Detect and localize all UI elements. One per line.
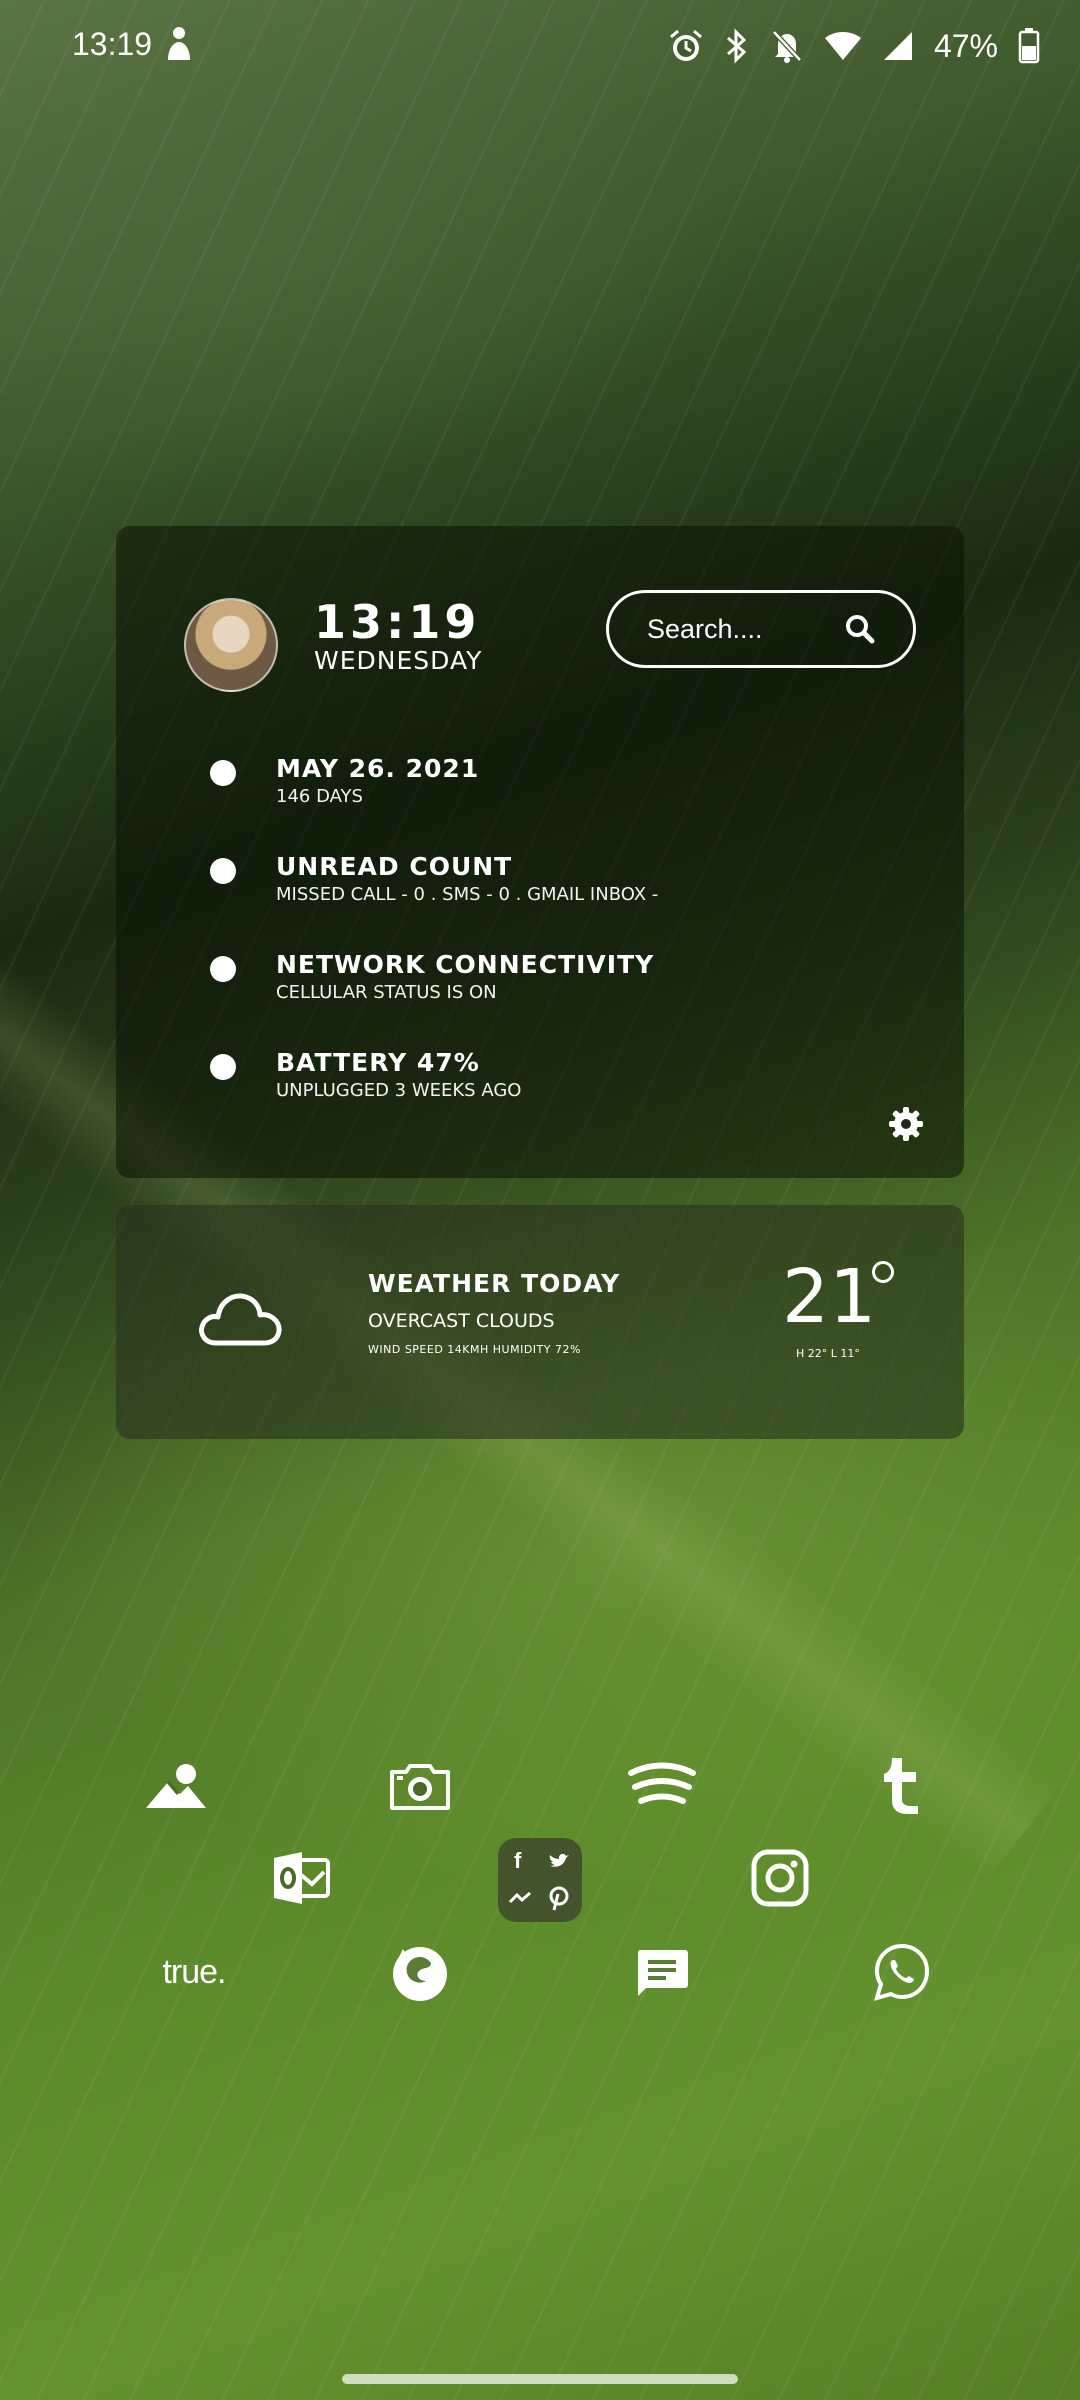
- weather-text: WEATHER TODAY OVERCAST CLOUDS WIND SPEED…: [368, 1269, 620, 1356]
- gallery-app[interactable]: [136, 1746, 216, 1826]
- spotify-icon: [628, 1762, 696, 1804]
- weather-title: WEATHER TODAY: [368, 1269, 621, 1298]
- search-placeholder: Search....: [647, 613, 763, 644]
- weather-description: OVERCAST CLOUDS: [368, 1310, 555, 1332]
- search-icon: [846, 615, 875, 644]
- pinterest-icon: [549, 1886, 569, 1911]
- clock-day: WEDNESDAY: [314, 646, 483, 675]
- high-low: H 22° L 11°: [796, 1347, 860, 1360]
- item-subtitle: MISSED CALL - 0 . SMS - 0 . GMAIL INBOX …: [276, 884, 659, 905]
- outlook-app[interactable]: [262, 1838, 342, 1918]
- spotify-app[interactable]: [622, 1746, 702, 1826]
- weather-details: WIND SPEED 14KMH HUMIDITY 72%: [368, 1343, 581, 1356]
- item-subtitle: 146 DAYS: [276, 786, 363, 807]
- battery-icon: [1018, 28, 1040, 64]
- info-list: MAY 26. 2021 146 DAYS UNREAD COUNT MISSE…: [210, 754, 930, 1146]
- signal-icon: [883, 32, 912, 60]
- whatsapp-app[interactable]: [862, 1932, 942, 2012]
- camera-icon: [390, 1764, 450, 1810]
- bell-off-icon: [772, 30, 802, 63]
- messenger-icon: [508, 1891, 531, 1904]
- bluetooth-icon: [726, 28, 747, 64]
- facebook-icon: f: [514, 1848, 522, 1873]
- avatar[interactable]: [184, 598, 278, 692]
- cloud-icon: [199, 1293, 282, 1346]
- weather-widget[interactable]: WEATHER TODAY OVERCAST CLOUDS WIND SPEED…: [116, 1205, 964, 1439]
- firefox-app[interactable]: [380, 1932, 460, 2012]
- item-title: BATTERY 47%: [276, 1048, 480, 1077]
- camera-app[interactable]: [380, 1746, 460, 1826]
- bullet-icon: [210, 760, 236, 786]
- info-widget[interactable]: 13:19 WEDNESDAY Search.... MAY 26. 2021 …: [116, 526, 964, 1178]
- bullet-icon: [210, 858, 236, 884]
- degree-icon: [872, 1261, 894, 1283]
- social-folder[interactable]: f: [498, 1838, 582, 1922]
- true-app[interactable]: true.: [144, 1932, 244, 2012]
- gear-icon[interactable]: [888, 1106, 924, 1142]
- clock-time: 13:19: [314, 595, 481, 649]
- item-title: NETWORK CONNECTIVITY: [276, 950, 655, 979]
- whatsapp-icon: [874, 1943, 930, 2001]
- search-button[interactable]: Search....: [606, 590, 916, 668]
- bullet-icon: [210, 1054, 236, 1080]
- home-indicator[interactable]: [342, 2374, 738, 2384]
- item-title: MAY 26. 2021: [276, 754, 480, 783]
- tumblr-icon: [884, 1758, 918, 1814]
- item-title: UNREAD COUNT: [276, 852, 513, 881]
- messages-icon: [638, 1950, 688, 1996]
- gallery-icon: [146, 1764, 206, 1808]
- list-item-battery[interactable]: BATTERY 47% UNPLUGGED 3 WEEKS AGO: [210, 1048, 930, 1146]
- status-bar: 13:19 47%: [0, 0, 1080, 94]
- temperature: 21: [782, 1254, 877, 1340]
- alarm-icon: [669, 29, 702, 61]
- firefox-icon: [393, 1947, 447, 2001]
- bullet-icon: [210, 956, 236, 982]
- item-subtitle: CELLULAR STATUS IS ON: [276, 982, 497, 1003]
- person-icon: [168, 27, 190, 60]
- list-item-date[interactable]: MAY 26. 2021 146 DAYS: [210, 754, 930, 852]
- messages-app[interactable]: [622, 1932, 702, 2012]
- instagram-app[interactable]: [740, 1838, 820, 1918]
- outlook-icon: [274, 1852, 330, 1904]
- item-subtitle: UNPLUGGED 3 WEEKS AGO: [276, 1080, 522, 1101]
- wifi-icon: [824, 32, 861, 60]
- status-time: 13:19: [72, 26, 153, 62]
- tumblr-app[interactable]: [862, 1746, 942, 1826]
- twitter-icon: [549, 1853, 569, 1867]
- list-item-network[interactable]: NETWORK CONNECTIVITY CELLULAR STATUS IS …: [210, 950, 930, 1048]
- true-icon: true.: [162, 1952, 226, 1991]
- instagram-icon: [751, 1849, 809, 1907]
- battery-percent: 47%: [933, 27, 998, 64]
- list-item-unread[interactable]: UNREAD COUNT MISSED CALL - 0 . SMS - 0 .…: [210, 852, 930, 950]
- clock: 13:19 WEDNESDAY: [314, 598, 482, 676]
